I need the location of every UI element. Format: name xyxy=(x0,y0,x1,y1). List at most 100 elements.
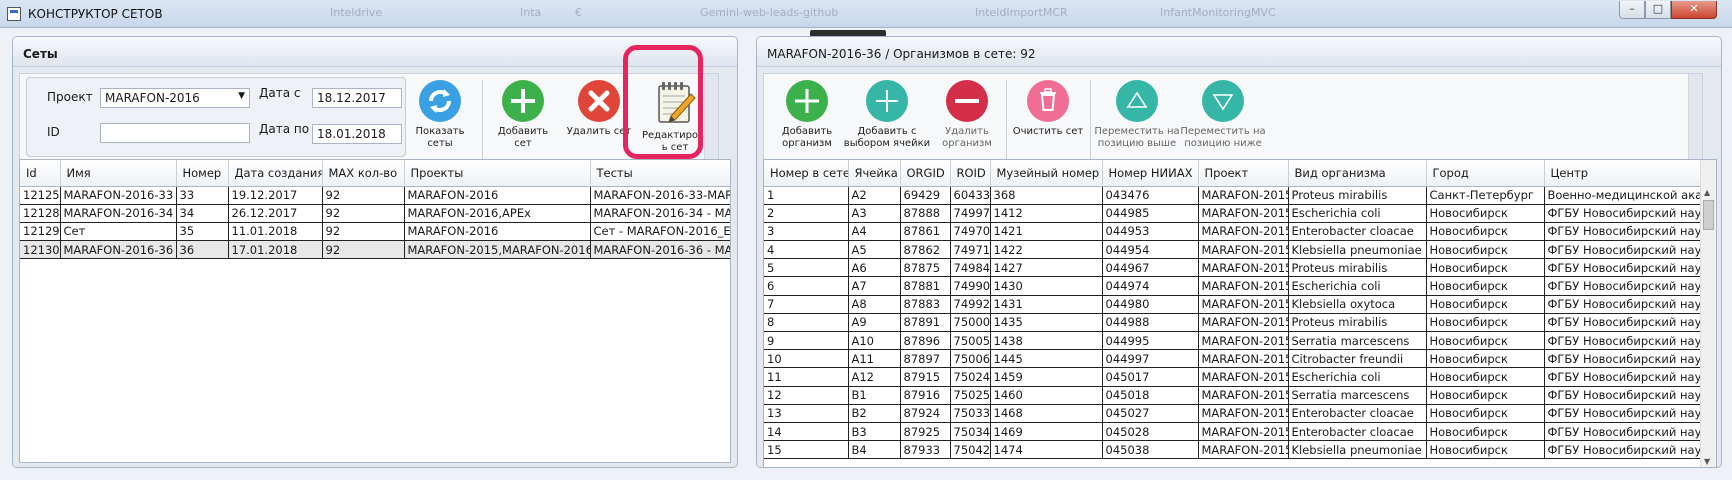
table-row[interactable]: 10 A11 87897 75006 1445 044997 MARAFON-2015 Cit… xyxy=(764,349,1703,369)
sets-column-header[interactable]: Дата создания xyxy=(228,160,323,187)
organisms-column-header[interactable]: Ячейка xyxy=(848,160,901,187)
table-row[interactable]: 12125 MARAFON-2016-33 33 19.12.2017 92 MARAFO… xyxy=(20,186,730,205)
clear-set-button[interactable]: Очистить сет xyxy=(1010,80,1086,138)
table-cell: A6 xyxy=(848,258,901,278)
table-cell: Serratia marcescens xyxy=(1288,331,1427,351)
table-row[interactable]: 12128 MARAFON-2016-34 34 26.12.2017 92 MARAFO… xyxy=(20,204,730,223)
id-input[interactable] xyxy=(100,123,250,143)
organisms-column-header[interactable]: Вид организма xyxy=(1288,160,1427,187)
table-cell: Enterobacter cloacae xyxy=(1288,222,1427,242)
scroll-thumb[interactable] xyxy=(1703,200,1714,230)
triangle-down-icon xyxy=(1202,80,1244,122)
add-with-cell-button[interactable]: Добавить с выбором ячейки xyxy=(842,80,932,150)
table-cell: Новосибирск xyxy=(1426,276,1545,296)
scroll-down-icon[interactable]: ▼ xyxy=(1704,457,1710,466)
table-cell: 87891 xyxy=(900,313,951,333)
show-sets-button[interactable]: Показать сеты xyxy=(412,80,468,150)
organisms-column-header[interactable]: Номер НИИАХ xyxy=(1102,160,1199,187)
table-row[interactable]: 13 B2 87924 75033 1468 045027 MARAFON-2015 Ente… xyxy=(764,404,1703,423)
table-cell: 12128 xyxy=(20,204,61,223)
table-cell: 1 xyxy=(764,186,849,205)
organisms-column-header[interactable]: Номер в сете xyxy=(764,160,849,187)
table-cell: Klebsiella oxytoca xyxy=(1288,295,1427,314)
table-cell: 8 xyxy=(764,313,849,333)
table-row[interactable]: 9 A10 87896 75005 1438 044995 MARAFON-2015 Serr… xyxy=(764,331,1703,351)
table-row[interactable]: 12129 Сет 35 11.01.2018 92 MARAFON-2016 Сет - … xyxy=(20,222,730,242)
move-down-button[interactable]: Переместить на позицию ниже xyxy=(1180,80,1266,150)
table-cell: 1430 xyxy=(990,276,1103,296)
table-row[interactable]: 1 A2 69429 60433 368 043476 MARAFON-2015 Proteu… xyxy=(764,186,1703,205)
organisms-column-header[interactable]: Город xyxy=(1426,160,1545,187)
table-cell: MARAFON-2016-36 - MAR xyxy=(590,240,730,260)
table-cell: 044967 xyxy=(1102,258,1199,278)
table-cell: 92 xyxy=(322,204,405,223)
table-cell: 12130 xyxy=(20,240,61,260)
sets-column-header[interactable]: Имя xyxy=(60,160,177,187)
add-organism-button[interactable]: Добавить организм xyxy=(772,80,842,150)
move-up-button[interactable]: Переместить на позицию выше xyxy=(1094,80,1180,150)
add-set-button[interactable]: Добавить сет xyxy=(488,80,558,150)
table-row[interactable]: 7 A8 87883 74992 1431 044980 MARAFON-2015 Klebs… xyxy=(764,295,1703,314)
organisms-column-header[interactable]: ORGID xyxy=(900,160,951,187)
table-row[interactable]: 4 A5 87862 74971 1422 044954 MARAFON-2015 Klebs… xyxy=(764,240,1703,260)
table-row[interactable]: 2 A3 87888 74997 1412 044985 MARAFON-2015 Esche… xyxy=(764,204,1703,223)
delete-organism-label-2: организм xyxy=(942,138,992,149)
background-tab-text: InfantMonitoringMVC xyxy=(1160,6,1276,19)
table-cell: 3 xyxy=(764,222,849,242)
table-row[interactable]: 14 B3 87925 75034 1469 045028 MARAFON-2015 Ente… xyxy=(764,422,1703,442)
table-cell: 26.12.2017 xyxy=(228,204,323,223)
filter-group: Проект MARAFON-2016 ▼ ID Дата с 18.12.20… xyxy=(26,77,406,157)
table-row[interactable]: 5 A6 87875 74984 1427 044967 MARAFON-2015 Prote… xyxy=(764,258,1703,278)
table-cell: 75024 xyxy=(950,367,991,387)
table-row[interactable]: 11 A12 87915 75024 1459 045017 MARAFON-2015 Esc… xyxy=(764,367,1703,387)
organisms-column-header[interactable]: Центр xyxy=(1544,160,1703,187)
table-cell: 1438 xyxy=(990,331,1103,351)
sets-column-header[interactable]: Тесты xyxy=(590,160,730,187)
scroll-up-icon[interactable]: ▲ xyxy=(1704,188,1710,197)
move-down-label-2: позицию ниже xyxy=(1184,138,1262,149)
table-cell: 043476 xyxy=(1102,186,1199,205)
table-cell: 045018 xyxy=(1102,386,1199,405)
table-row[interactable]: 6 A7 87881 74990 1430 044974 MARAFON-2015 Esche… xyxy=(764,276,1703,296)
table-cell: 35 xyxy=(176,222,229,242)
organisms-column-header[interactable]: ROID xyxy=(950,160,991,187)
table-cell: MARAFON-2015 xyxy=(1198,367,1289,387)
table-cell: ФГБУ Новосибирский нау xyxy=(1544,295,1703,314)
table-cell: Citrobacter freundii xyxy=(1288,349,1427,369)
table-cell: 044985 xyxy=(1102,204,1199,223)
table-cell: ФГБУ Новосибирский нау xyxy=(1544,404,1703,423)
add-organism-label-2: организм xyxy=(782,138,832,149)
table-row[interactable]: 3 A4 87861 74970 1421 044953 MARAFON-2015 Enter… xyxy=(764,222,1703,242)
chevron-down-icon: ▼ xyxy=(238,91,245,101)
date-to-input[interactable]: 18.01.2018 xyxy=(312,124,402,144)
table-row[interactable]: 12 B1 87916 75025 1460 045018 MARAFON-2015 Serr… xyxy=(764,386,1703,405)
table-cell: Новосибирск xyxy=(1426,404,1545,423)
table-cell: 74992 xyxy=(950,295,991,314)
table-cell: Новосибирск xyxy=(1426,240,1545,260)
table-row[interactable]: 12130 MARAFON-2016-36 36 17.01.2018 92 MARAFO… xyxy=(20,240,730,260)
table-cell: B2 xyxy=(848,404,901,423)
table-cell: Proteus mirabilis xyxy=(1288,313,1427,333)
table-cell: A8 xyxy=(848,295,901,314)
table-cell: MARAFON-2015 xyxy=(1198,204,1289,223)
close-button[interactable]: ✕ xyxy=(1671,1,1717,19)
maximize-button[interactable]: □ xyxy=(1645,1,1671,19)
delete-organism-button[interactable]: Удалить организм xyxy=(932,80,1002,150)
project-combobox[interactable]: MARAFON-2016 ▼ xyxy=(100,88,250,108)
table-cell: 15 xyxy=(764,440,849,460)
sets-column-header[interactable]: Id xyxy=(20,160,61,187)
table-row[interactable]: 15 B4 87933 75042 1474 045038 MARAFON-2015 Kleb… xyxy=(764,440,1703,460)
sets-column-header[interactable]: Проекты xyxy=(404,160,591,187)
sets-column-header[interactable]: MAX кол-во xyxy=(322,160,405,187)
table-cell: MARAFON-2015 xyxy=(1198,258,1289,278)
organisms-table-scrollbar[interactable]: ▲ ▼ xyxy=(1700,160,1716,467)
table-cell: 87896 xyxy=(900,331,951,351)
table-row[interactable]: 8 A9 87891 75000 1435 044988 MARAFON-2015 Prote… xyxy=(764,313,1703,333)
date-from-input[interactable]: 18.12.2017 xyxy=(312,88,402,108)
organisms-column-header[interactable]: Музейный номер xyxy=(990,160,1103,187)
minimize-button[interactable]: – xyxy=(1619,1,1645,19)
sets-column-header[interactable]: Номер xyxy=(176,160,229,187)
table-cell: 044954 xyxy=(1102,240,1199,260)
organisms-column-header[interactable]: Проект xyxy=(1198,160,1289,187)
table-cell: A9 xyxy=(848,313,901,333)
